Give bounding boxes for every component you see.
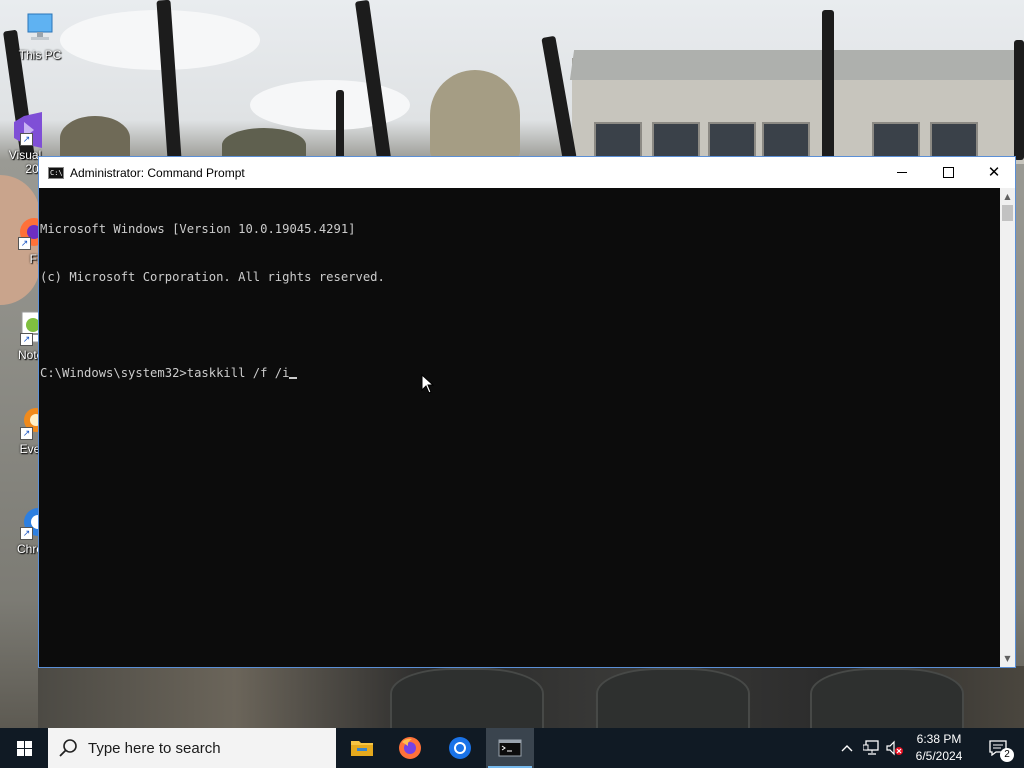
minimize-button[interactable] — [879, 157, 925, 188]
chrome-icon — [449, 737, 471, 759]
windows-logo-icon — [16, 740, 32, 756]
close-button[interactable]: ✕ — [971, 157, 1017, 188]
show-hidden-icons-button[interactable] — [836, 728, 858, 768]
desktop-icon-label-line2: 20 — [25, 162, 39, 176]
text-cursor — [289, 377, 298, 379]
scroll-down-button[interactable]: ▼ — [1000, 650, 1015, 667]
volume-button[interactable] — [884, 728, 906, 768]
clock-time: 6:38 PM — [916, 732, 962, 746]
search-icon — [59, 739, 77, 757]
window-title: Administrator: Command Prompt — [70, 165, 245, 180]
taskbar-clock[interactable]: 6:38 PM 6/5/2024 — [906, 728, 972, 768]
action-center-button[interactable]: 2 — [978, 728, 1018, 768]
minimize-icon — [897, 172, 907, 173]
clock-date: 6/5/2024 — [915, 749, 963, 763]
console-line: Microsoft Windows [Version 10.0.19045.42… — [40, 222, 356, 236]
chevron-up-icon — [841, 745, 853, 752]
volume-muted-icon — [886, 740, 903, 756]
close-icon: ✕ — [987, 163, 1001, 181]
wallpaper-building — [569, 50, 1024, 166]
scroll-up-button[interactable]: ▲ — [1000, 188, 1015, 205]
cmd-icon — [498, 739, 522, 757]
this-pc-icon — [22, 10, 58, 46]
folder-icon — [351, 741, 373, 756]
console-line: (c) Microsoft Corporation. All rights re… — [40, 270, 385, 284]
taskbar-chrome[interactable] — [436, 728, 484, 768]
network-button[interactable] — [860, 728, 884, 768]
desktop-icon-this-pc[interactable]: This PC — [10, 10, 70, 62]
console-command-text: C:\Windows\system32>taskkill /f /i — [40, 366, 290, 380]
desktop-icon-label: Visual — [8, 148, 42, 162]
console-output[interactable]: Microsoft Windows [Version 10.0.19045.42… — [39, 188, 1000, 667]
mouse-pointer-icon — [421, 374, 435, 394]
taskbar-search-box[interactable]: Type here to search — [48, 728, 336, 768]
taskbar-firefox[interactable] — [386, 728, 434, 768]
maximize-button[interactable] — [925, 157, 971, 188]
console-prompt-line[interactable]: C:\Windows\system32>taskkill /f /i — [40, 365, 1000, 381]
desktop-icon-label: This PC — [18, 48, 62, 62]
command-prompt-window[interactable]: C:\ Administrator: Command Prompt ✕ Micr… — [38, 156, 1016, 668]
notification-count-badge: 2 — [1000, 748, 1014, 762]
window-titlebar[interactable]: C:\ Administrator: Command Prompt ✕ — [39, 157, 1015, 188]
taskbar-command-prompt[interactable] — [486, 728, 534, 768]
scroll-thumb[interactable] — [1002, 205, 1013, 221]
cmd-icon: C:\ — [48, 166, 64, 179]
network-icon — [863, 740, 879, 755]
maximize-icon — [942, 167, 954, 178]
search-placeholder: Type here to search — [88, 739, 221, 757]
visual-studio-icon: ↗ — [10, 110, 46, 148]
firefox-icon — [399, 737, 421, 759]
vertical-scrollbar[interactable]: ▲ ▼ — [1000, 188, 1015, 667]
start-button[interactable] — [0, 728, 48, 768]
taskbar: Type here to search 6:38 PM 6/5/2024 2 — [0, 728, 1024, 768]
taskbar-file-explorer[interactable] — [338, 728, 386, 768]
